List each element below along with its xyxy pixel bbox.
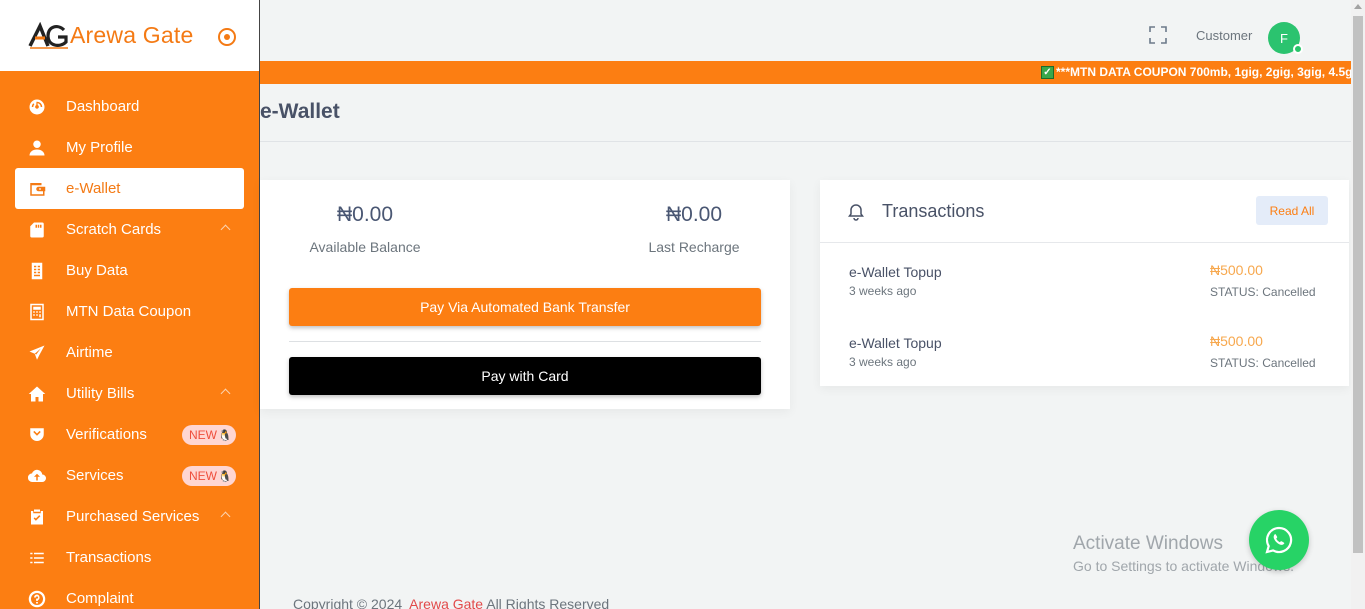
- chevron-up-icon: [220, 224, 231, 235]
- transactions-header: Transactions Read All: [820, 180, 1349, 243]
- check-icon: ✓: [1041, 65, 1054, 79]
- sidebar-item-verifications[interactable]: Verifications NEW 🐧: [0, 414, 259, 455]
- top-bar: Customer F: [260, 0, 1351, 61]
- footer-copyright: Copyright © 2024: [293, 596, 403, 609]
- sidebar-item-label: MTN Data Coupon: [66, 303, 192, 320]
- sidebar-item-e-wallet[interactable]: e-Wallet: [15, 168, 244, 209]
- transaction-time: 3 weeks ago: [849, 355, 917, 369]
- sidebar-item-buy-data[interactable]: Buy Data: [0, 250, 259, 291]
- sidebar-item-purchased-services[interactable]: Purchased Services: [0, 496, 259, 537]
- brand-logo: [28, 21, 68, 49]
- user-icon: [28, 139, 46, 157]
- sidebar-item-label: Dashboard: [66, 98, 140, 115]
- card-icon: [28, 221, 46, 239]
- transaction-time: 3 weeks ago: [849, 284, 917, 298]
- sidebar-item-label: Scratch Cards: [66, 221, 162, 238]
- available-balance: ₦0.00 Available Balance: [300, 203, 430, 255]
- sidebar-item-services[interactable]: Services NEW 🐧: [0, 455, 259, 496]
- new-badge: NEW 🐧: [182, 466, 236, 486]
- ticker-text: ✓ ***MTN DATA COUPON 700mb, 1gig, 2gig, …: [1041, 65, 1351, 79]
- sidebar-item-mtn-data-coupon[interactable]: MTN Data Coupon: [0, 291, 259, 332]
- data-icon: [28, 262, 46, 280]
- list-icon: [28, 549, 46, 567]
- cloud-upload-icon: [28, 467, 46, 485]
- brand-header: Arewa Gate: [0, 0, 259, 71]
- read-all-button[interactable]: Read All: [1256, 196, 1328, 225]
- last-recharge-label: Last Recharge: [648, 239, 740, 255]
- chevron-up-icon: [220, 511, 231, 522]
- wallet-card: ₦0.00 Available Balance ₦0.00 Last Recha…: [260, 180, 790, 409]
- available-balance-label: Available Balance: [309, 239, 421, 255]
- transactions-card: Transactions Read All e-Wallet Topup 3 w…: [820, 180, 1349, 386]
- wallet-icon: [28, 180, 46, 198]
- announcement-ticker: ✓ ***MTN DATA COUPON 700mb, 1gig, 2gig, …: [260, 61, 1351, 84]
- sidebar-item-label: Verifications: [66, 426, 147, 443]
- help-icon: [28, 590, 46, 608]
- user-role[interactable]: Customer: [1196, 28, 1252, 43]
- divider: [260, 141, 1351, 142]
- transaction-name: e-Wallet Topup: [849, 264, 942, 280]
- transactions-title: Transactions: [882, 201, 985, 221]
- page-title: e-Wallet: [260, 100, 340, 123]
- whatsapp-chat-button[interactable]: [1249, 510, 1309, 570]
- shield-icon: [28, 426, 46, 444]
- sidebar-item-transactions[interactable]: Transactions: [0, 537, 259, 578]
- sidebar-item-my-profile[interactable]: My Profile: [0, 127, 259, 168]
- footer-rights: All Rights Reserved: [486, 596, 610, 609]
- coupon-icon: [28, 303, 46, 321]
- scrollbar-thumb[interactable]: [1353, 16, 1363, 553]
- sidebar-toggle-icon[interactable]: [218, 28, 236, 46]
- online-status-dot: [1293, 44, 1303, 54]
- sidebar-nav: Dashboard My Profile e-Wallet Scratch Ca…: [0, 71, 259, 609]
- available-balance-amount: ₦0.00: [336, 203, 394, 226]
- footer: Copyright © 2024 Arewa Gate All Rights R…: [293, 596, 609, 609]
- send-icon: [28, 344, 46, 362]
- sidebar-item-dashboard[interactable]: Dashboard: [0, 86, 259, 127]
- divider: [289, 341, 761, 342]
- pay-with-card-button[interactable]: Pay with Card: [289, 357, 761, 395]
- sidebar-item-airtime[interactable]: Airtime: [0, 332, 259, 373]
- whatsapp-icon: [1265, 526, 1293, 554]
- transaction-row[interactable]: e-Wallet Topup 3 weeks ago ₦500.00 STATU…: [820, 333, 1349, 395]
- home-icon: [28, 385, 46, 403]
- clipboard-check-icon: [28, 508, 46, 526]
- brand-name: Arewa Gate: [70, 22, 194, 48]
- transaction-status: STATUS: Cancelled: [1210, 285, 1316, 299]
- transaction-row[interactable]: e-Wallet Topup 3 weeks ago ₦500.00 STATU…: [820, 262, 1349, 324]
- sidebar-item-label: Services: [66, 467, 124, 484]
- sidebar: Arewa Gate Dashboard My Profile e-Wallet…: [0, 0, 260, 609]
- dashboard-icon: [28, 98, 46, 116]
- sidebar-item-label: Transactions: [66, 549, 152, 566]
- last-recharge: ₦0.00 Last Recharge: [634, 203, 754, 255]
- chevron-up-icon: [220, 388, 231, 399]
- sidebar-item-label: Buy Data: [66, 262, 128, 279]
- transaction-amount: ₦500.00: [1210, 262, 1263, 278]
- sidebar-item-label: Purchased Services: [66, 508, 200, 525]
- sidebar-item-label: Utility Bills: [66, 385, 135, 402]
- sidebar-item-label: My Profile: [66, 139, 133, 156]
- new-badge: NEW 🐧: [182, 425, 236, 445]
- sidebar-item-label: Complaint: [66, 590, 134, 607]
- sidebar-item-complaint[interactable]: Complaint: [0, 578, 259, 609]
- avatar[interactable]: F: [1268, 22, 1303, 54]
- transaction-name: e-Wallet Topup: [849, 335, 942, 351]
- pay-bank-transfer-button[interactable]: Pay Via Automated Bank Transfer: [289, 288, 761, 326]
- sidebar-item-label: e-Wallet: [66, 180, 121, 197]
- transaction-status: STATUS: Cancelled: [1210, 356, 1316, 370]
- scroll-up-arrow-icon[interactable]: [1354, 4, 1362, 9]
- sidebar-item-label: Airtime: [66, 344, 113, 361]
- footer-brand-link[interactable]: Arewa Gate: [409, 596, 483, 609]
- fullscreen-icon[interactable]: [1149, 26, 1167, 44]
- sidebar-item-scratch-cards[interactable]: Scratch Cards: [0, 209, 259, 250]
- bell-icon: [848, 204, 864, 221]
- transaction-amount: ₦500.00: [1210, 333, 1263, 349]
- last-recharge-amount: ₦0.00: [665, 203, 723, 226]
- sidebar-item-utility-bills[interactable]: Utility Bills: [0, 373, 259, 414]
- page-scrollbar[interactable]: [1351, 0, 1365, 609]
